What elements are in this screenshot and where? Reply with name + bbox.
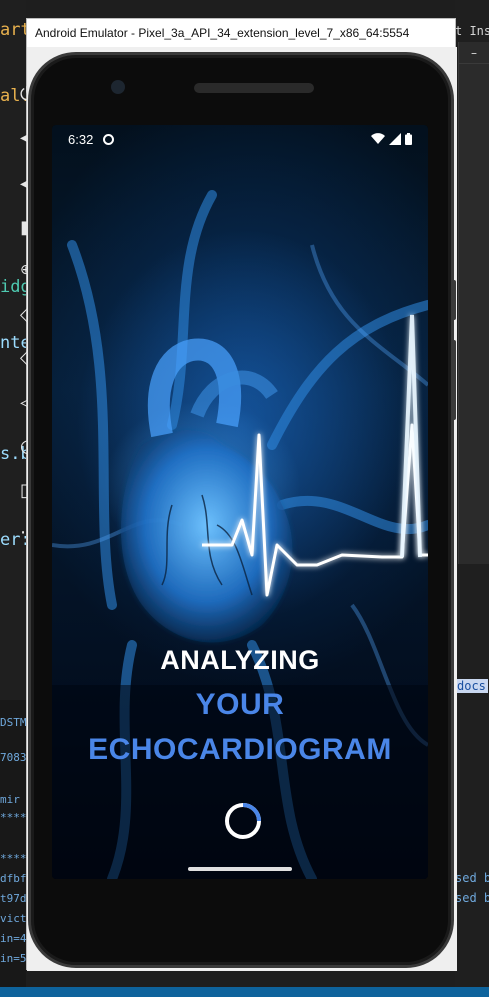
terminal-line: **** <box>0 811 27 824</box>
terminal-line: **** <box>0 852 27 865</box>
status-icons <box>371 133 412 145</box>
headline-echocardiogram: ECHOCARDIOGRAM <box>88 733 392 766</box>
status-bar: 6:32 <box>52 125 428 153</box>
terminal-line: dfbf <box>0 872 27 885</box>
terminal-line: vict <box>0 912 27 925</box>
phone-power-button[interactable] <box>452 280 456 320</box>
battery-icon <box>405 133 412 145</box>
front-camera <box>111 80 125 94</box>
phone-screen[interactable]: 6:32 ANALYZING YOUR ECHOCARDIOGRAM <box>52 125 428 879</box>
terminal-line: sed b <box>455 891 489 905</box>
minimize-icon[interactable]: – <box>471 46 477 60</box>
ide-tab-label[interactable]: t Insp <box>455 24 489 38</box>
notification-icon <box>103 133 115 145</box>
terminal-line: 7083 <box>0 751 27 764</box>
headline-your: YOUR <box>195 688 285 721</box>
terminal-line: in=5 <box>0 952 27 965</box>
toolbar-header: – <box>459 42 489 64</box>
terminal-line: DSTM <box>0 716 27 729</box>
wifi-icon <box>371 133 385 144</box>
terminal-line: in=4 <box>0 932 27 945</box>
ide-status-bar <box>0 987 489 997</box>
emulator-title[interactable]: Android Emulator - Pixel_3a_API_34_exten… <box>27 19 455 47</box>
terminal-line: mir <box>0 793 20 806</box>
terminal-line: sed b <box>455 871 489 885</box>
phone-frame: 6:32 ANALYZING YOUR ECHOCARDIOGRAM <box>28 52 454 968</box>
status-time: 6:32 <box>68 131 94 147</box>
emulator-toolbar: – <box>458 42 489 564</box>
headline-analyzing: ANALYZING <box>160 645 320 675</box>
desktop: art 1 al. idg nte s.b er: DSTM 7083 mir … <box>0 0 489 997</box>
terminal-line: t97d <box>0 892 27 905</box>
earpiece-speaker <box>194 83 314 93</box>
phone-volume-button[interactable] <box>452 340 456 420</box>
signal-icon <box>389 133 401 145</box>
docs-link[interactable]: docs <box>455 679 488 693</box>
gesture-nav-bar[interactable] <box>188 867 292 871</box>
loading-spinner <box>225 803 261 839</box>
